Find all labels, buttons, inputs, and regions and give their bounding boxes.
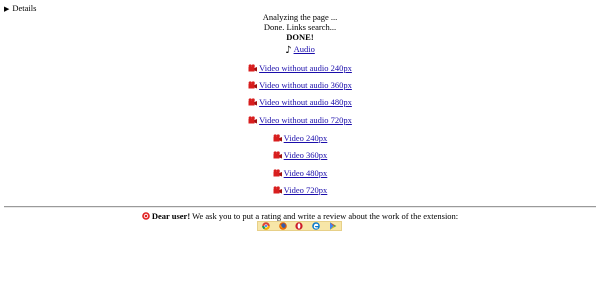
video-720-link[interactable]: Video 720px	[284, 185, 328, 195]
browser-store-bar	[257, 221, 342, 231]
video-camera-icon	[248, 81, 258, 89]
video-camera-icon	[273, 186, 282, 194]
status-analyzing: Analyzing the page ...	[262, 12, 338, 22]
link-item-video-no-audio-360: Video without audio 360px	[0, 80, 600, 90]
divider	[4, 206, 596, 208]
video-camera-icon	[248, 116, 258, 124]
video-240-link[interactable]: Video 240px	[284, 133, 328, 143]
link-item-video-no-audio-720: Video without audio 720px	[0, 115, 600, 125]
video-no-audio-240-link[interactable]: Video without audio 240px	[259, 63, 352, 73]
chrome-icon[interactable]	[262, 222, 271, 230]
link-item-video-480: Video 480px	[0, 168, 600, 178]
video-no-audio-720-link[interactable]: Video without audio 720px	[259, 115, 352, 125]
status-links-search: Done. Links search...	[263, 22, 337, 32]
firefox-icon[interactable]	[279, 222, 287, 230]
music-note-icon: ♪	[285, 45, 292, 56]
link-item-video-no-audio-240: Video without audio 240px	[0, 63, 600, 73]
audio-link[interactable]: Audio	[294, 44, 315, 54]
link-item-audio: ♪ Audio	[0, 44, 600, 56]
video-camera-icon	[248, 98, 258, 106]
status-done: DONE!	[286, 32, 314, 42]
link-item-video-360: Video 360px	[0, 150, 600, 160]
warning-circle-icon	[142, 212, 150, 220]
video-camera-icon	[273, 151, 282, 159]
link-item-video-720: Video 720px	[0, 185, 600, 195]
video-480-link[interactable]: Video 480px	[284, 168, 328, 178]
video-camera-icon	[273, 169, 282, 177]
opera-icon[interactable]	[295, 222, 304, 230]
review-request: Dear user! We ask you to put a rating an…	[0, 211, 600, 221]
video-no-audio-480-link[interactable]: Video without audio 480px	[259, 97, 352, 107]
video-360-link[interactable]: Video 360px	[284, 150, 328, 160]
video-camera-icon	[273, 134, 282, 142]
google-play-icon[interactable]	[329, 222, 337, 230]
review-message: We ask you to put a rating and write a r…	[190, 211, 459, 221]
review-greeting: Dear user!	[151, 211, 191, 221]
link-item-video-no-audio-480: Video without audio 480px	[0, 97, 600, 107]
video-no-audio-360-link[interactable]: Video without audio 360px	[259, 80, 352, 90]
edge-icon[interactable]	[312, 222, 320, 230]
status-panel: Analyzing the page ... Done. Links searc…	[0, 12, 600, 42]
video-camera-icon	[248, 64, 258, 72]
link-item-video-240: Video 240px	[0, 133, 600, 143]
